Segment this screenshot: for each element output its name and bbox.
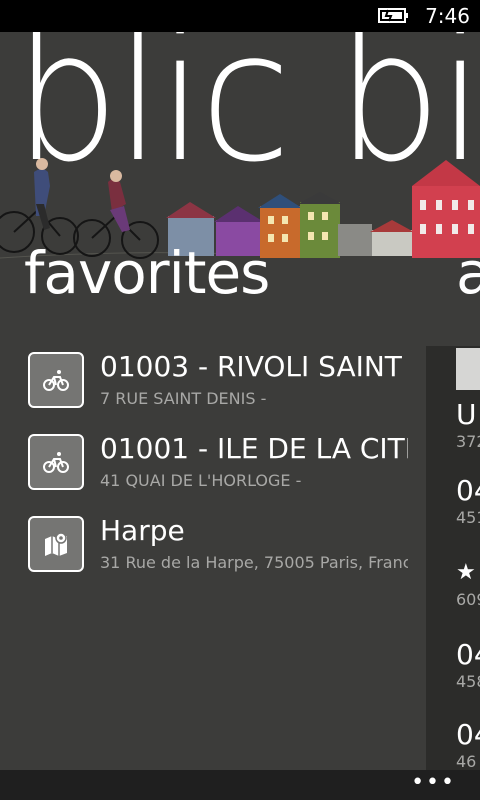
next-panel-row[interactable]: 04 458	[456, 638, 480, 692]
next-panel-row-title: 04	[456, 638, 480, 671]
next-panel-row[interactable]: 04 46	[456, 718, 480, 772]
next-panel-row-subtitle: 46	[456, 752, 477, 771]
favorite-text: 01001 - ILE DE LA CITE 41 QUAI DE L'HORL…	[100, 434, 408, 492]
screen: 7:46 blic bi favorites a 01003 - RIVOLI …	[0, 0, 480, 800]
favorite-tile	[28, 352, 84, 408]
app-bar: •••	[0, 770, 480, 800]
panorama-title: blic bi	[14, 0, 480, 202]
next-panel-row-title: U	[456, 398, 477, 431]
favorite-address: 31 Rue de la Harpe, 75005 Paris, France	[100, 553, 408, 572]
favorite-text: Harpe 31 Rue de la Harpe, 75005 Paris, F…	[100, 516, 408, 574]
favorites-list: 01003 - RIVOLI SAINT DENIS 7 RUE SAINT D…	[28, 352, 408, 598]
next-panel-row-subtitle: 458	[456, 672, 480, 691]
favorite-item[interactable]: 01003 - RIVOLI SAINT DENIS 7 RUE SAINT D…	[28, 352, 408, 434]
favorite-tile	[28, 434, 84, 490]
star-icon: ★	[456, 560, 476, 585]
bicycle-icon	[43, 370, 69, 391]
favorite-name: Harpe	[100, 516, 185, 547]
status-bar: 7:46	[0, 0, 480, 32]
battery-charging-icon	[378, 8, 408, 23]
next-panel-row-title: 04	[456, 474, 480, 507]
map-pin-icon	[45, 532, 67, 556]
favorite-item[interactable]: Harpe 31 Rue de la Harpe, 75005 Paris, F…	[28, 516, 408, 598]
next-panel-row-title: 04	[456, 718, 480, 751]
favorite-address: 41 QUAI DE L'HORLOGE -	[100, 471, 302, 490]
next-panel-row-subtitle: 609	[456, 590, 480, 609]
next-panel-search-box[interactable]	[456, 348, 480, 390]
next-panel-row[interactable]: 04 451	[456, 474, 480, 528]
next-panel-header[interactable]: a	[456, 238, 480, 308]
favorite-address: 7 RUE SAINT DENIS -	[100, 389, 267, 408]
next-panel-preview[interactable]: U 372 04 451 ★ 609 04 458 04 46	[426, 346, 480, 776]
next-panel-row[interactable]: U 372	[456, 398, 480, 452]
next-panel-row[interactable]: ★ 609	[456, 556, 480, 610]
favorite-item[interactable]: 01001 - ILE DE LA CITE 41 QUAI DE L'HORL…	[28, 434, 408, 516]
more-options-button[interactable]: •••	[411, 770, 456, 796]
bicycle-icon	[43, 452, 69, 473]
next-panel-row-subtitle: 372	[456, 432, 480, 451]
favorite-name: 01003 - RIVOLI SAINT DENIS	[100, 352, 408, 383]
clock: 7:46	[425, 4, 470, 28]
favorite-tile	[28, 516, 84, 572]
next-panel-row-subtitle: 451	[456, 508, 480, 527]
favorites-header: favorites	[24, 239, 270, 307]
favorite-name: 01001 - ILE DE LA CITE	[100, 434, 408, 465]
favorite-text: 01003 - RIVOLI SAINT DENIS 7 RUE SAINT D…	[100, 352, 408, 410]
